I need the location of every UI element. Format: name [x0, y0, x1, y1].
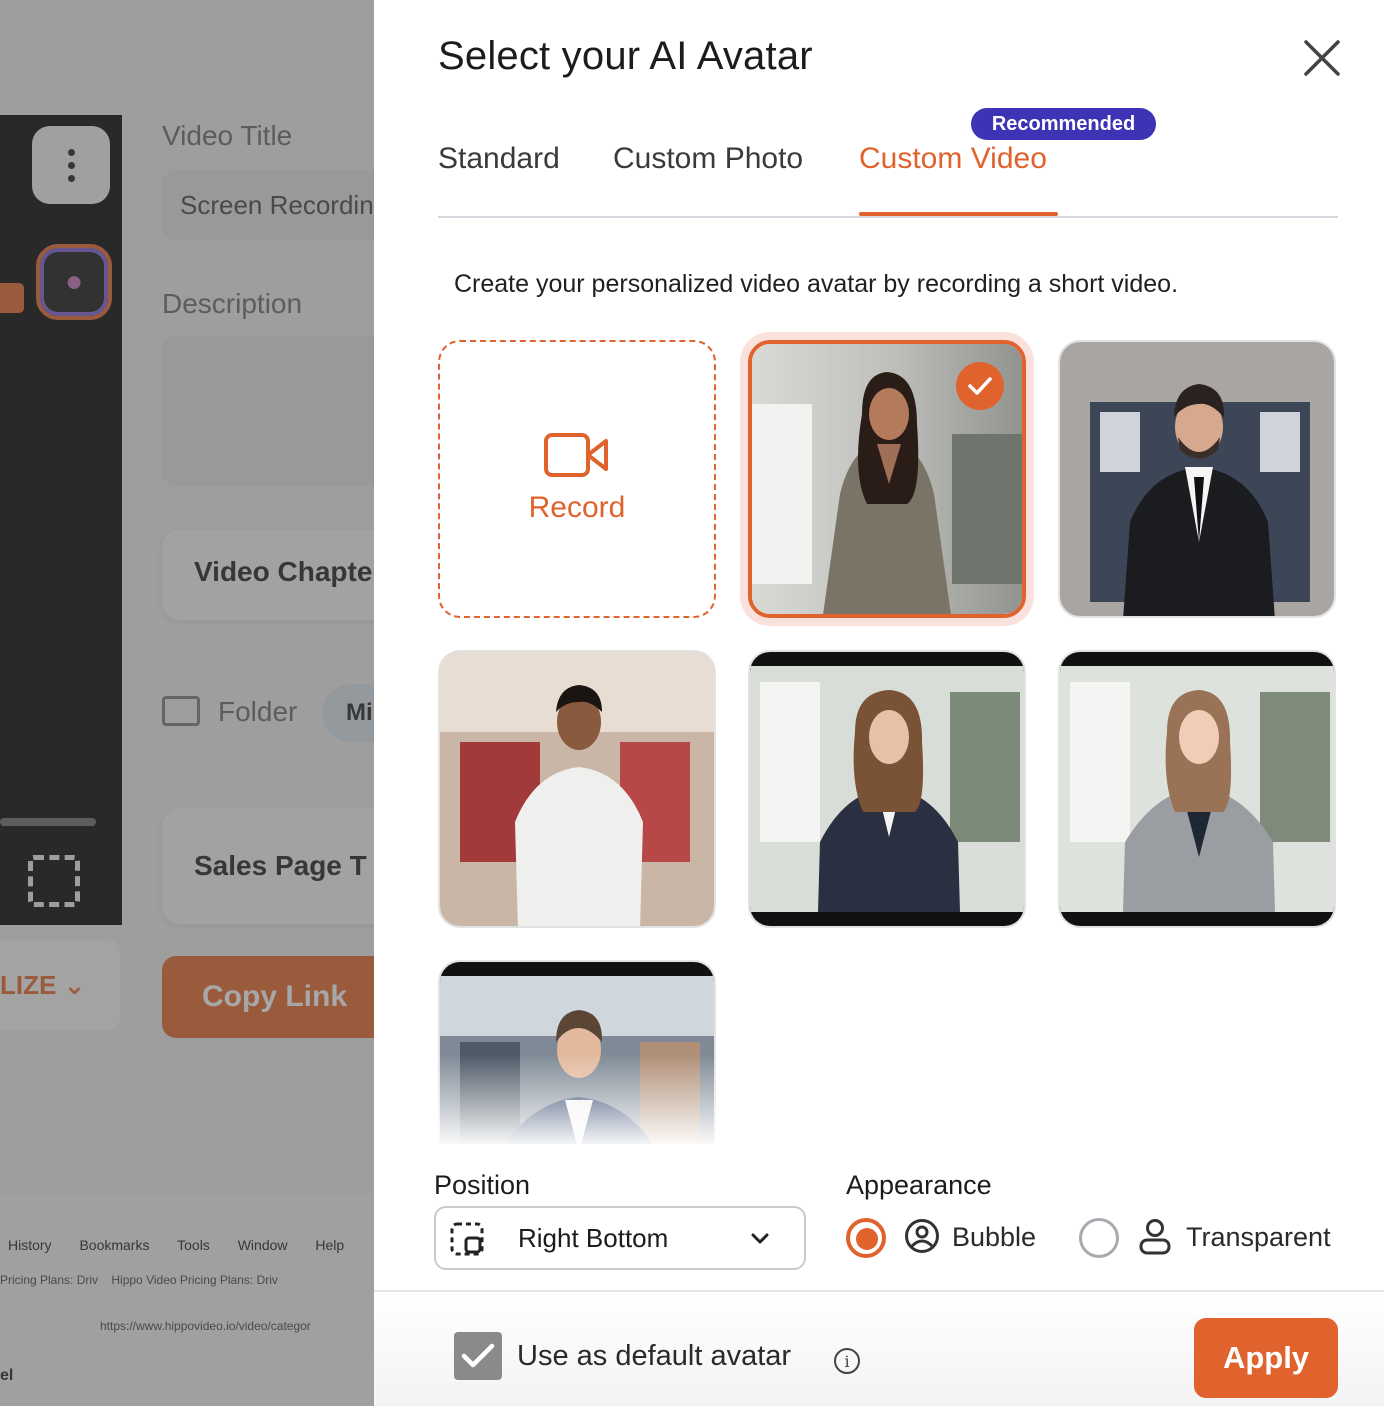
avatar-tabs: Standard Custom Photo Custom Video Recom… — [438, 108, 1338, 218]
recommended-badge: Recommended — [971, 108, 1156, 140]
tab-custom-photo[interactable]: Custom Photo — [613, 142, 803, 176]
avatar-tile-man-navy-blazer[interactable] — [438, 960, 716, 1144]
avatar-photo — [440, 652, 714, 926]
avatar-photo — [1060, 652, 1334, 926]
modal-footer: Use as default avatar i Apply — [374, 1294, 1384, 1406]
record-label: Record — [528, 491, 626, 524]
position-label: Position — [434, 1170, 531, 1200]
chevron-down-icon — [751, 1233, 769, 1244]
avatar-tile-man-black-suit[interactable] — [1058, 340, 1336, 618]
modal-title: Select your AI Avatar — [438, 34, 813, 78]
apply-button[interactable]: Apply — [1194, 1318, 1338, 1398]
avatar-tile-man-white-shirt[interactable] — [438, 650, 716, 928]
transparent-radio[interactable] — [1079, 1218, 1119, 1258]
record-tile[interactable]: Record — [438, 340, 716, 618]
checkmark-icon — [461, 1343, 495, 1368]
avatar-tile-woman-gray-blazer[interactable] — [748, 340, 1026, 618]
appearance-label: Appearance — [846, 1170, 992, 1200]
info-icon[interactable]: i — [834, 1348, 860, 1374]
tab-custom-video[interactable]: Custom Video — [859, 142, 1047, 176]
avatar-photo — [750, 652, 1024, 926]
default-avatar-checkbox[interactable] — [454, 1332, 502, 1380]
bubble-icon — [905, 1219, 939, 1253]
bubble-label: Bubble — [952, 1222, 1037, 1252]
video-camera-icon — [544, 433, 608, 477]
avatar-photo — [1060, 342, 1334, 616]
selected-check-icon — [956, 362, 1004, 410]
close-icon[interactable] — [1302, 38, 1342, 78]
active-tab-indicator — [859, 212, 1058, 216]
position-select[interactable]: Right Bottom — [434, 1206, 806, 1270]
avatar-photo — [440, 962, 714, 1144]
avatar-grid: Record — [374, 330, 1384, 1144]
position-value: Right Bottom — [518, 1223, 669, 1253]
tab-description: Create your personalized video avatar by… — [454, 270, 1179, 298]
default-avatar-label: Use as default avatar — [517, 1340, 792, 1372]
avatar-tile-woman-pinstripe-suit[interactable] — [748, 650, 1026, 928]
bubble-radio[interactable] — [846, 1218, 886, 1258]
avatar-tile-woman-gray-blazer-2[interactable] — [1058, 650, 1336, 928]
tab-standard[interactable]: Standard — [438, 142, 560, 176]
avatar-settings: Position Right Bottom Appearance Bubble … — [374, 1144, 1384, 1292]
avatar-modal: Select your AI Avatar Standard Custom Ph… — [374, 0, 1384, 1406]
position-icon — [450, 1222, 484, 1256]
person-icon — [1139, 1219, 1171, 1255]
backdrop-overlay[interactable] — [0, 0, 374, 1406]
transparent-label: Transparent — [1186, 1222, 1331, 1252]
